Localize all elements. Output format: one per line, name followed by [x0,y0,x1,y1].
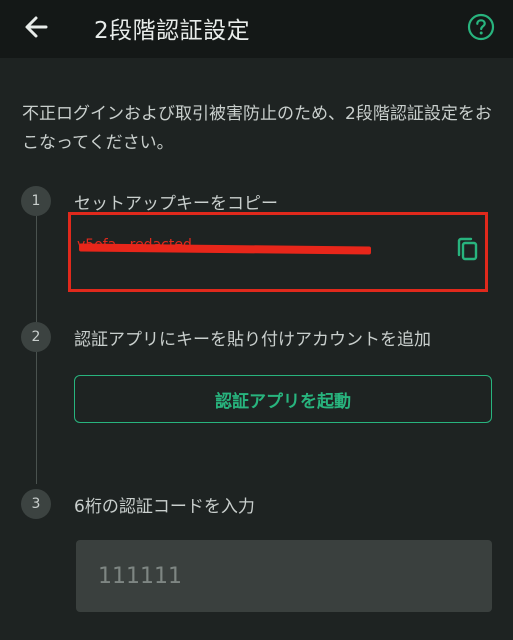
step-2-label: 認証アプリにキーを貼り付けアカウントを追加 [74,330,431,350]
question-circle-icon [467,13,495,41]
help-button[interactable] [466,12,496,42]
step-3-label: 6桁の認証コードを入力 [74,497,255,517]
back-button[interactable] [22,12,52,42]
step-3-badge: 3 [21,489,51,519]
arrow-left-icon [25,16,48,38]
app-header: 2段階認証設定 [0,0,513,58]
step-2-badge: 2 [21,322,51,352]
page-title: 2段階認証設定 [94,18,251,44]
copy-key-button[interactable] [454,235,482,265]
step-1-label: セットアップキーをコピー [74,194,278,214]
setup-key-box: v5ofa...redacted [68,212,488,292]
launch-auth-app-button[interactable]: 認証アプリを起動 [74,375,492,423]
verification-code-input[interactable] [76,540,492,612]
step-1-badge: 1 [21,186,51,216]
copy-icon [457,237,478,261]
instruction-text: 不正ログインおよび取引被害防止のため、2段階認証設定をおこなってください。 [22,104,492,153]
